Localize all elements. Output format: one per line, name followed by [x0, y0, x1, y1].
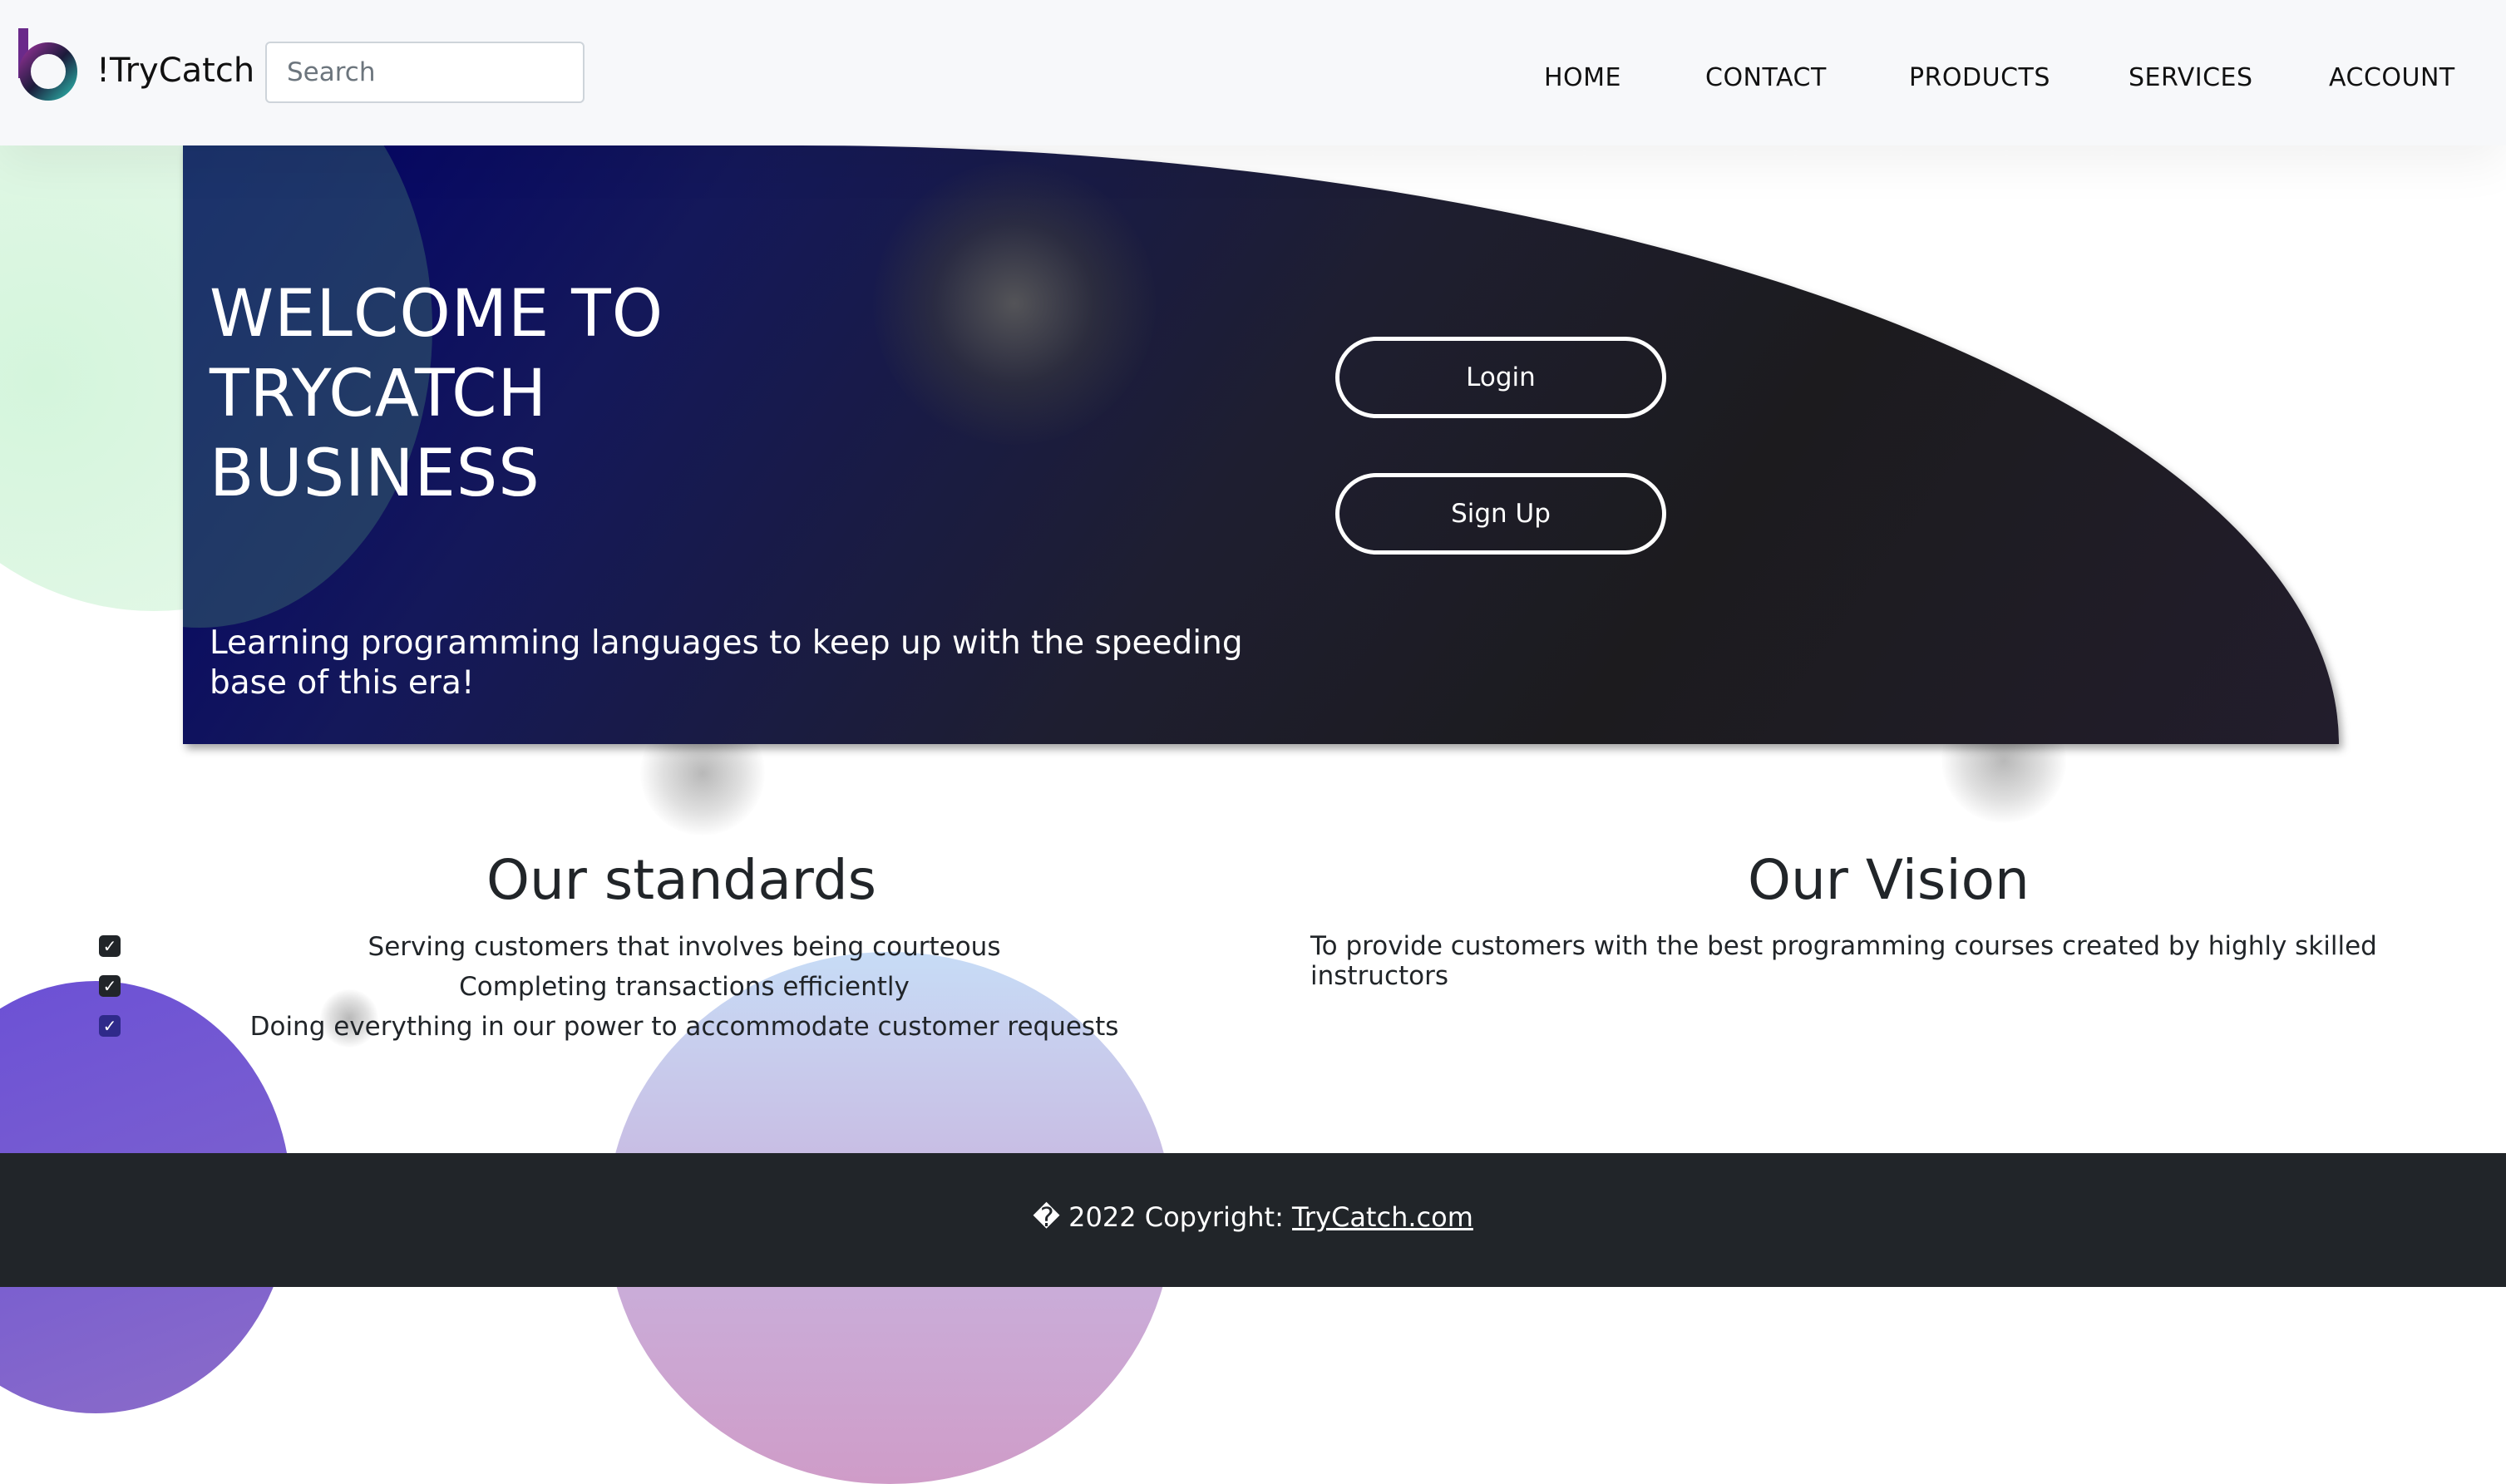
nav-account[interactable]: ACCOUNT [2329, 63, 2455, 92]
nav-home[interactable]: HOME [1544, 63, 1621, 92]
trycatch-logo-icon[interactable] [18, 28, 78, 101]
nav-products[interactable]: PRODUCTS [1909, 63, 2050, 92]
list-item: Serving customers that involves being co… [368, 932, 1001, 962]
footer-copyright: � 2022 Copyright: TryCatch.com [0, 1201, 2506, 1233]
list-item: Doing everything in our power to accommo… [249, 1012, 1119, 1042]
nav-services[interactable]: SERVICES [2129, 63, 2253, 92]
standards-title: Our standards [486, 848, 877, 912]
hero-banner: WELCOME TO TRYCATCH BUSINESS Learning pr… [183, 145, 2339, 744]
nav-contact[interactable]: CONTACT [1705, 63, 1827, 92]
vision-text: To provide customers with the best progr… [1310, 931, 2377, 991]
signup-button[interactable]: Sign Up [1335, 473, 1666, 555]
hero-title: WELCOME TO TRYCATCH BUSINESS [210, 277, 664, 511]
navbar: !TryCatch HOME CONTACT PRODUCTS SERVICES… [0, 0, 2506, 145]
copyright-text: � 2022 Copyright: [1033, 1201, 1293, 1233]
list-item: Completing transactions efficiently [459, 972, 910, 1002]
login-button[interactable]: Login [1335, 337, 1666, 418]
hero-subtitle: Learning programming languages to keep u… [210, 624, 1243, 702]
search-input[interactable] [265, 42, 585, 103]
footer-link[interactable]: TryCatch.com [1292, 1201, 1473, 1233]
footer: � 2022 Copyright: TryCatch.com [0, 1153, 2506, 1287]
brand-name[interactable]: !TryCatch [96, 52, 254, 90]
hero-decorative-glow [873, 162, 1156, 445]
vision-title: Our Vision [1748, 848, 2030, 912]
